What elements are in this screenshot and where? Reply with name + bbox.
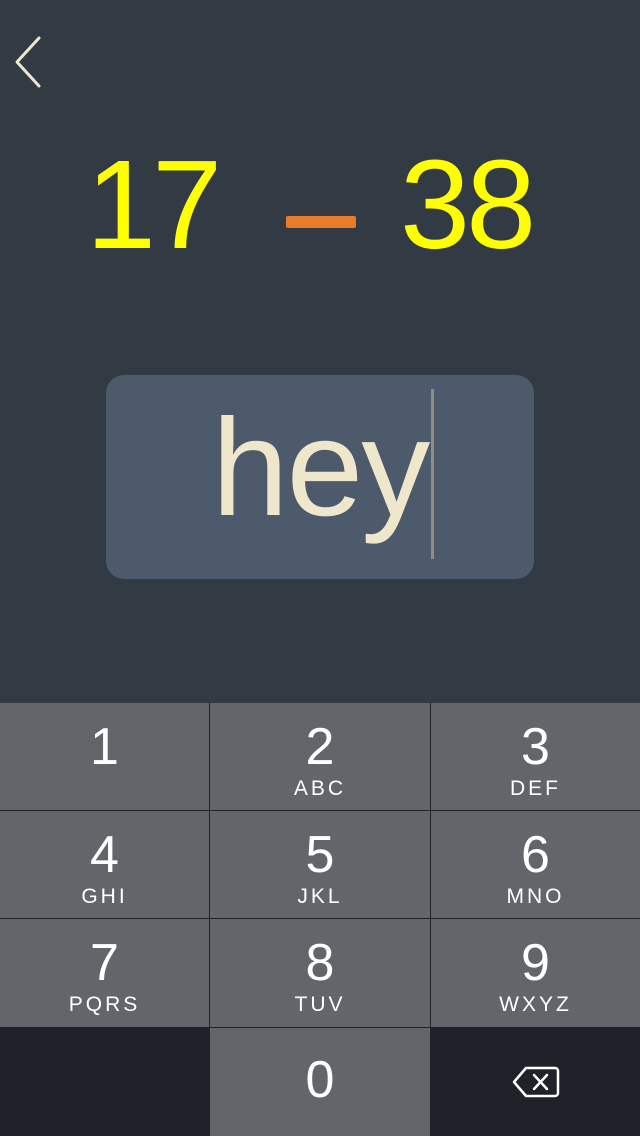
- number-keypad: 1 2 ABC 3 DEF 4 GHI 5 JKL 6 MNO 7 PQRS 8: [0, 703, 640, 1136]
- blank-key: [0, 1028, 209, 1136]
- key-digit: 1: [90, 718, 119, 776]
- math-problem: 17 38: [0, 130, 640, 280]
- back-button[interactable]: [4, 30, 52, 94]
- key-letters: ABC: [293, 777, 347, 800]
- delete-button[interactable]: [431, 1028, 640, 1136]
- key-digit: 6: [521, 826, 550, 884]
- second-operand: 38: [400, 134, 536, 275]
- key-digit: 5: [305, 826, 335, 884]
- key-digit: 7: [90, 934, 119, 992]
- key-digit: 9: [521, 934, 550, 992]
- key-5[interactable]: 5 JKL: [210, 811, 430, 918]
- key-letters: WXYZ: [499, 993, 572, 1016]
- key-letters: MNO: [506, 885, 565, 908]
- text-caret: [431, 389, 434, 559]
- key-8[interactable]: 8 TUV: [210, 919, 430, 1027]
- key-1[interactable]: 1: [0, 703, 209, 810]
- key-7[interactable]: 7 PQRS: [0, 919, 209, 1027]
- key-letters: GHI: [81, 885, 128, 908]
- key-letters: TUV: [294, 993, 346, 1016]
- key-0[interactable]: 0: [210, 1028, 430, 1136]
- key-2[interactable]: 2 ABC: [210, 703, 430, 810]
- key-9[interactable]: 9 WXYZ: [431, 919, 640, 1027]
- first-operand: 17: [86, 134, 222, 275]
- key-4[interactable]: 4 GHI: [0, 811, 209, 918]
- key-digit: 0: [305, 1051, 335, 1109]
- screen: 17 38 hey 1 2 ABC 3 DEF 4 GHI 5 JKL 6 MN…: [0, 0, 640, 1136]
- key-letters: PQRS: [68, 993, 141, 1016]
- key-digit: 4: [90, 826, 119, 884]
- key-3[interactable]: 3 DEF: [431, 703, 640, 810]
- key-letters: DEF: [510, 777, 561, 800]
- key-digit: 8: [305, 934, 335, 992]
- key-letters: JKL: [297, 885, 343, 908]
- backspace-icon: [512, 1066, 559, 1098]
- answer-text: hey: [211, 391, 431, 545]
- chevron-left-icon: [15, 36, 41, 88]
- key-digit: 3: [521, 718, 550, 776]
- key-6[interactable]: 6 MNO: [431, 811, 640, 918]
- key-digit: 2: [305, 718, 335, 776]
- minus-sign: [286, 216, 356, 228]
- answer-input[interactable]: hey: [106, 375, 534, 579]
